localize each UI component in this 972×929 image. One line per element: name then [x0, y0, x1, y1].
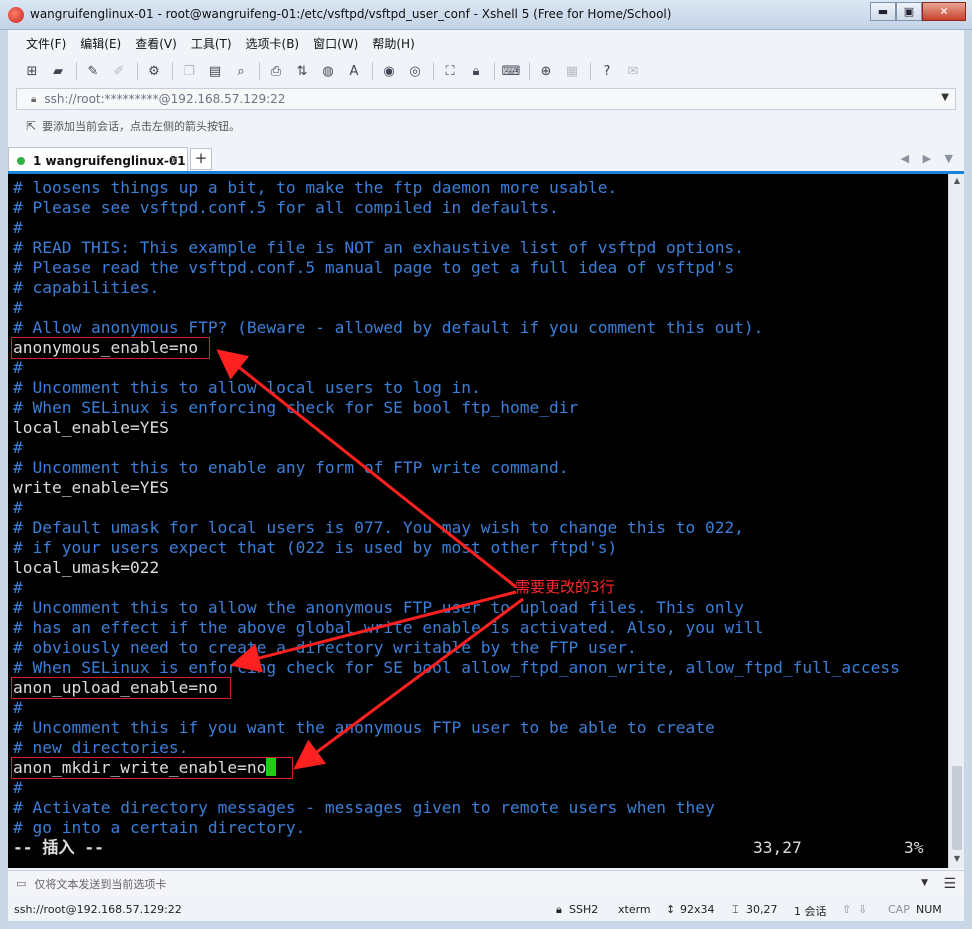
properties-icon[interactable]: ⚙ [144, 62, 164, 80]
status-caps: CAP [888, 903, 910, 916]
font-icon[interactable]: A [344, 62, 364, 80]
compose-bar[interactable]: ▭ 仅将文本发送到当前选项卡 ▼ ☰ [8, 870, 964, 896]
toolbar: ⊞ ▰ ✎ ✐ ⚙ ❐ ▤ ⌕ ⎙ ⇅ ◍ A ◉ ◎ ⛶ 🔒︎ ⌨ ⊕ ▦ ?… [8, 57, 964, 85]
new-session-icon[interactable]: ⊞ [22, 62, 42, 80]
connect-icon[interactable]: ✎ [83, 62, 103, 80]
tab-navigation[interactable]: ◀ ▶ ▼ [901, 152, 958, 165]
window-title: wangruifenglinux-01 - root@wangruifeng-0… [30, 7, 672, 21]
scrollbar-thumb[interactable] [952, 766, 962, 850]
transfer-icon[interactable]: ⇅ [292, 62, 312, 80]
layout-icon[interactable]: ▦ [562, 62, 582, 80]
window-titlebar: wangruifenglinux-01 - root@wangruifeng-0… [0, 0, 972, 30]
menu-help[interactable]: 帮助(H) [372, 35, 414, 52]
chevron-down-icon[interactable]: ▼ [921, 878, 928, 888]
tab-bar: 1 wangruifenglinux-01 × + ◀ ▶ ▼ [8, 145, 964, 173]
tab-session-1[interactable]: 1 wangruifenglinux-01 × [8, 147, 188, 173]
open-folder-icon[interactable]: ▰ [48, 62, 68, 80]
chevron-down-icon[interactable]: ▼ [941, 92, 949, 103]
session-hint-bar: ⇱ 要添加当前会话，点击左侧的箭头按钮。 [16, 115, 956, 137]
xshell-app-icon [8, 7, 24, 23]
window-controls: ▬ ▣ ✕ [870, 2, 966, 21]
toolbar-separator [494, 62, 495, 80]
status-connection: ssh://root@192.168.57.129:22 [14, 903, 182, 916]
annotation-label: 需要更改的3行 [515, 578, 615, 596]
toolbar-separator [590, 62, 591, 80]
status-sessions: 1 会话 [794, 905, 827, 918]
add-tab-icon[interactable]: ⊕ [536, 62, 556, 80]
status-protocol: SSH2 [569, 903, 599, 916]
toolbar-separator [172, 62, 173, 80]
disconnect-icon[interactable]: ✐ [109, 62, 129, 80]
status-bar: ssh://root@192.168.57.129:22 🔒︎ SSH2 xte… [8, 899, 964, 921]
status-cursor: 30,27 [746, 903, 778, 916]
maximize-button[interactable]: ▣ [896, 2, 922, 21]
annotation-arrows [216, 349, 524, 770]
fullscreen-icon[interactable]: ⛶ [440, 62, 460, 80]
toolbar-separator [372, 62, 373, 80]
toolbar-separator [76, 62, 77, 80]
globe-icon[interactable]: ◍ [318, 62, 338, 80]
connected-status-icon [17, 156, 25, 165]
session-hint-text: 要添加当前会话，点击左侧的箭头按钮。 [42, 120, 241, 133]
close-window-button[interactable]: ✕ [922, 2, 966, 21]
menu-edit[interactable]: 编辑(E) [80, 35, 121, 52]
status-num: NUM [916, 903, 942, 916]
status-size: 92x34 [680, 903, 715, 916]
toolbar-separator [529, 62, 530, 80]
status-size-icon: ↕ [666, 903, 676, 916]
xmanager-icon[interactable]: ◎ [405, 62, 425, 80]
print-icon[interactable]: ⎙ [266, 62, 286, 80]
xftp-icon[interactable]: ◉ [379, 62, 399, 80]
arrow-to-anon-mkdir-write-enable [293, 597, 524, 770]
toolbar-separator [433, 62, 434, 80]
minimize-button[interactable]: ▬ [870, 2, 896, 21]
close-tab-icon[interactable]: × [169, 153, 179, 167]
terminal-scrollbar[interactable]: ▲ ▼ [948, 174, 964, 868]
find-icon[interactable]: ⌕ [231, 62, 251, 80]
scroll-down-icon[interactable]: ▼ [951, 854, 963, 866]
arrow-to-anonymous-enable [216, 349, 517, 589]
lock-icon: 🔒︎ [31, 93, 37, 105]
menu-view[interactable]: 查看(V) [135, 35, 177, 52]
help-icon[interactable]: ? [597, 62, 617, 80]
toolbar-separator [137, 62, 138, 80]
address-bar[interactable]: 🔒︎ ssh://root:*********@192.168.57.129:2… [16, 88, 956, 110]
tab-label: 1 wangruifenglinux-01 [33, 153, 186, 168]
scroll-up-arrow-icon[interactable]: ⇧ [842, 903, 851, 916]
paste-icon[interactable]: ▤ [205, 62, 225, 80]
arrow-to-anon-upload-enable [230, 590, 517, 673]
chat-icon[interactable]: ✉ [623, 62, 643, 80]
address-field[interactable]: ssh://root:*********@192.168.57.129:22 [44, 92, 285, 106]
menu-bar: 文件(F) 编辑(E) 查看(V) 工具(T) 选项卡(B) 窗口(W) 帮助(… [8, 30, 964, 56]
menu-tools[interactable]: 工具(T) [191, 35, 232, 52]
copy-icon[interactable]: ❐ [179, 62, 199, 80]
keyboard-icon[interactable]: ⌨ [501, 62, 521, 80]
arrow-add-icon[interactable]: ⇱ [26, 119, 36, 133]
status-terminal-type: xterm [618, 903, 651, 916]
status-protocol-lock-icon: 🔒︎ [556, 903, 562, 916]
compose-icon: ▭ [16, 877, 27, 890]
app-frame: 文件(F) 编辑(E) 查看(V) 工具(T) 选项卡(B) 窗口(W) 帮助(… [8, 30, 964, 921]
menu-window[interactable]: 窗口(W) [313, 35, 358, 52]
menu-tabs[interactable]: 选项卡(B) [246, 35, 300, 52]
scroll-up-icon[interactable]: ▲ [951, 176, 963, 188]
terminal-area[interactable]: # loosens things up a bit, to make the f… [8, 174, 948, 868]
status-cursor-icon: ⌶ [732, 903, 739, 916]
compose-input[interactable]: 仅将文本发送到当前选项卡 [34, 876, 166, 892]
scroll-down-arrow-icon[interactable]: ⇩ [858, 903, 867, 916]
menu-icon[interactable]: ☰ [943, 876, 956, 892]
toolbar-separator [259, 62, 260, 80]
add-tab-button[interactable]: + [190, 148, 212, 170]
menu-file[interactable]: 文件(F) [26, 35, 66, 52]
lock-icon[interactable]: 🔒︎ [466, 62, 486, 80]
